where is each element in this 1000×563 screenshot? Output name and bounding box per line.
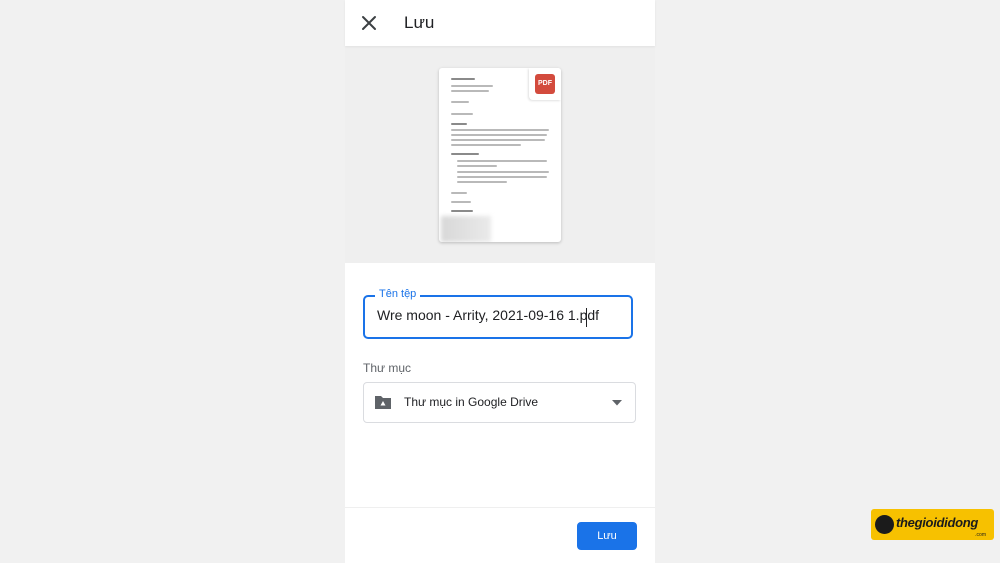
doc-text-line <box>457 181 507 183</box>
folder-label: Thư mục <box>363 361 412 375</box>
action-bar: Lưu <box>345 508 655 563</box>
doc-text-line <box>451 134 547 136</box>
pdf-icon: PDF <box>535 74 555 94</box>
doc-image-blur <box>441 216 491 242</box>
document-preview-area: PDF <box>345 46 655 262</box>
doc-text-line <box>451 129 549 131</box>
doc-text-line <box>457 165 497 167</box>
doc-text-line <box>451 78 475 80</box>
dropdown-arrow-icon <box>612 400 622 406</box>
close-icon <box>362 16 376 30</box>
save-button[interactable]: Lưu <box>577 522 637 550</box>
save-dialog: Lưu PDF Tên tệp Wre moon - Arrity, 2021-… <box>345 0 655 563</box>
brand-domain: .com <box>975 532 986 538</box>
filename-field[interactable]: Tên tệp <box>363 288 633 339</box>
doc-text-line <box>457 160 547 162</box>
text-cursor <box>586 308 587 327</box>
save-form: Tên tệp Thư mục Thư mục in Google Drive <box>345 263 655 507</box>
doc-text-line <box>451 192 467 194</box>
doc-text-line <box>451 210 473 212</box>
doc-text-line <box>451 139 545 141</box>
doc-text-line <box>451 90 489 92</box>
doc-text-line <box>457 171 549 173</box>
filename-input[interactable] <box>377 307 607 323</box>
pdf-badge-container: PDF <box>529 68 561 100</box>
brand-logo-icon <box>875 515 894 534</box>
filename-label: Tên tệp <box>375 288 421 300</box>
brand-name: thegioididong <box>896 515 979 530</box>
folder-value: Thư mục in Google Drive <box>404 395 539 409</box>
doc-text-line <box>451 153 479 155</box>
app-bar: Lưu <box>345 0 655 46</box>
doc-text-line <box>457 176 547 178</box>
brand-watermark: thegioididong .com <box>871 509 994 540</box>
document-thumbnail: PDF <box>439 68 561 242</box>
doc-text-line <box>451 85 493 87</box>
doc-text-line <box>451 101 469 103</box>
folder-select[interactable]: Thư mục in Google Drive <box>363 382 636 423</box>
doc-text-line <box>451 201 471 203</box>
doc-text-line <box>451 113 473 115</box>
drive-folder-icon <box>375 396 391 409</box>
page-title: Lưu <box>404 13 435 32</box>
doc-text-line <box>451 144 521 146</box>
close-button[interactable] <box>357 11 381 35</box>
doc-text-line <box>451 123 467 125</box>
